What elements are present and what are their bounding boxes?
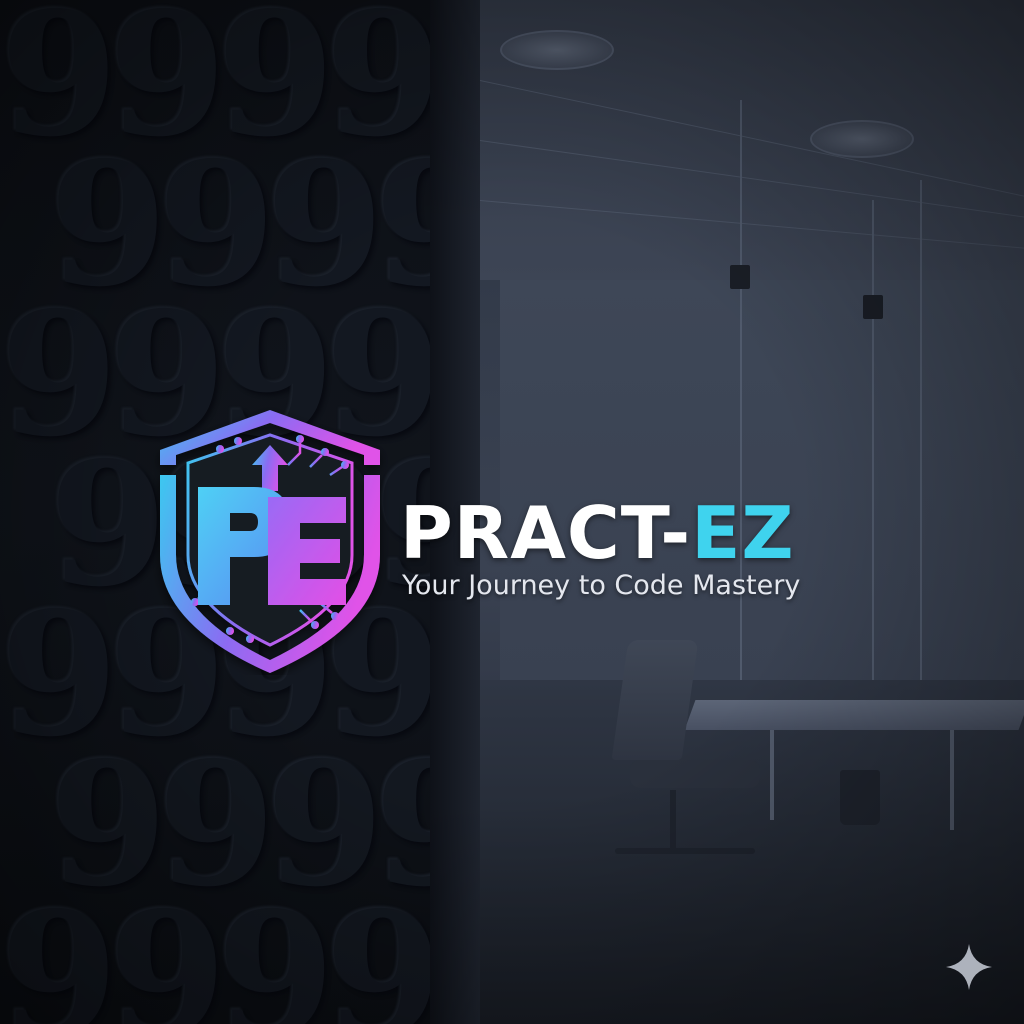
glass-clamp: [863, 295, 883, 319]
tagline: Your Journey to Code Mastery: [402, 570, 801, 601]
ceiling: [480, 0, 1024, 280]
ceiling-light: [500, 30, 614, 70]
scene-background: 99999 99999 99999 99999 99999 99999 9999…: [0, 0, 1024, 1024]
brand-name-part-2: EZ: [691, 491, 795, 575]
waste-bin: [840, 770, 880, 825]
shield-circuit-icon: [160, 410, 380, 673]
ceiling-light: [810, 120, 914, 158]
desk: [684, 700, 1024, 730]
office-chair-seat: [630, 760, 760, 788]
glass-clamp: [730, 265, 750, 289]
sparkle-icon: [946, 944, 992, 990]
office-chair-base: [670, 790, 676, 850]
brand-name: PRACT-EZ: [400, 493, 795, 573]
desk-leg: [770, 730, 774, 820]
brand-logo: PRACT-EZ Your Journey to Code Mastery: [150, 405, 900, 675]
desk-leg: [950, 730, 954, 830]
ceiling-line: [480, 80, 1024, 198]
office-chair-foot: [615, 848, 755, 854]
brand-name-part-1: PRACT-: [400, 491, 692, 575]
ceiling-line: [480, 200, 1024, 250]
